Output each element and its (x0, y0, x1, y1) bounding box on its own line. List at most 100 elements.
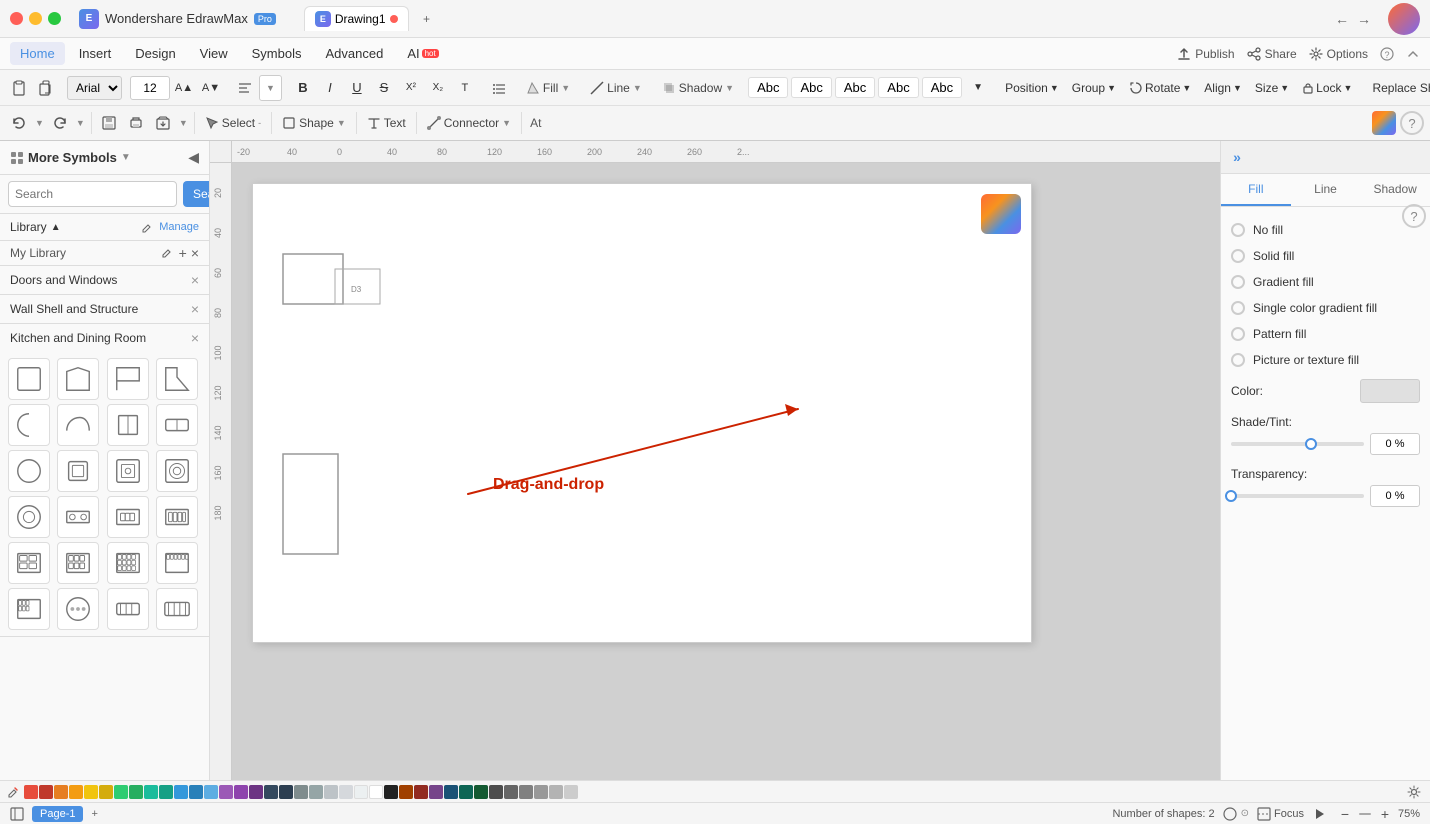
palette-color-35[interactable] (549, 785, 563, 799)
export-icon[interactable] (150, 110, 176, 136)
kitchen-close[interactable]: × (191, 330, 199, 346)
shape-tool-btn[interactable]: Shape ▼ (276, 109, 352, 137)
pattern-fill-radio[interactable] (1231, 327, 1245, 341)
palette-color-26[interactable] (414, 785, 428, 799)
shape-item-20[interactable] (156, 542, 198, 584)
wall-shell-close[interactable]: × (191, 301, 199, 317)
palette-color-11[interactable] (174, 785, 188, 799)
minimize-btn[interactable] (29, 12, 42, 25)
share-btn[interactable]: Share (1247, 47, 1297, 61)
library-collapse-icon[interactable]: ▲ (51, 222, 61, 233)
palette-color-7[interactable] (114, 785, 128, 799)
picture-texture-option[interactable]: Picture or texture fill (1231, 347, 1420, 373)
palette-color-13[interactable] (204, 785, 218, 799)
subscript-icon[interactable]: X₂ (425, 75, 451, 101)
menu-ai[interactable]: AI hot (397, 42, 448, 65)
menu-advanced[interactable]: Advanced (315, 42, 393, 65)
transparency-thumb[interactable] (1225, 490, 1237, 502)
text-tool-btn[interactable]: Text (361, 109, 412, 137)
transparency-value-input[interactable] (1370, 485, 1420, 507)
shape-item-14[interactable] (57, 496, 99, 538)
shape-item-21[interactable] (8, 588, 50, 630)
play-icon[interactable] (1312, 806, 1328, 822)
redo-icon[interactable] (47, 110, 73, 136)
font-size-down-icon[interactable]: A▼ (198, 75, 224, 101)
shape-item-17[interactable] (8, 542, 50, 584)
transparency-track[interactable] (1231, 494, 1364, 498)
my-library-edit-icon[interactable] (161, 245, 175, 259)
pattern-fill-option[interactable]: Pattern fill (1231, 321, 1420, 347)
palette-color-15[interactable] (234, 785, 248, 799)
new-tab-btn[interactable]: + (417, 9, 437, 29)
no-fill-radio[interactable] (1231, 223, 1245, 237)
shape-item-24[interactable] (156, 588, 198, 630)
shade-track[interactable] (1231, 442, 1364, 446)
shape-item-5[interactable] (8, 404, 50, 446)
shape-item-3[interactable] (107, 358, 149, 400)
group-btn[interactable]: Group ▼ (1066, 75, 1122, 101)
palette-color-10[interactable] (159, 785, 173, 799)
palette-color-30[interactable] (474, 785, 488, 799)
paste-icon[interactable] (33, 75, 59, 101)
replace-shape-btn[interactable]: Replace Shape (1366, 75, 1430, 101)
palette-color-2[interactable] (39, 785, 53, 799)
shape-item-6[interactable] (57, 404, 99, 446)
shape-item-15[interactable] (107, 496, 149, 538)
text-color-icon[interactable]: T (452, 75, 478, 101)
gradient-fill-radio[interactable] (1231, 275, 1245, 289)
side-question-icon[interactable]: ? (1402, 204, 1426, 228)
single-color-radio[interactable] (1231, 301, 1245, 315)
options-btn[interactable]: Options (1309, 47, 1368, 61)
shape-item-10[interactable] (57, 450, 99, 492)
palette-color-4[interactable] (69, 785, 83, 799)
my-library-add-icon[interactable]: + (179, 245, 187, 261)
font-select[interactable]: Arial (67, 76, 122, 100)
sidebar-collapse-btn[interactable]: ◀ (188, 149, 199, 166)
underline-icon[interactable]: U (344, 75, 370, 101)
styles-expand-icon[interactable]: ▼ (965, 75, 991, 101)
shape-item-16[interactable] (156, 496, 198, 538)
size-btn[interactable]: Size ▼ (1249, 75, 1295, 101)
no-fill-option[interactable]: No fill (1231, 217, 1420, 243)
font-size-up-icon[interactable]: A▲ (171, 75, 197, 101)
export-dropdown[interactable]: ▼ (177, 110, 190, 136)
align-dropdown[interactable]: ▼ (259, 75, 282, 101)
palette-color-36[interactable] (564, 785, 578, 799)
add-page-btn[interactable]: + (91, 808, 97, 820)
shape-item-8[interactable] (156, 404, 198, 446)
chevron-up-icon[interactable] (1406, 47, 1420, 61)
palette-color-28[interactable] (444, 785, 458, 799)
my-library-close-icon[interactable]: × (191, 245, 199, 261)
menu-symbols[interactable]: Symbols (242, 42, 312, 65)
shape-item-9[interactable] (8, 450, 50, 492)
palette-color-white[interactable] (369, 785, 383, 799)
zoom-level[interactable]: 75% (1398, 808, 1420, 820)
lock-btn[interactable]: Lock ▼ (1296, 75, 1358, 101)
zoom-in-btn[interactable]: + (1376, 805, 1394, 823)
document-tab[interactable]: E Drawing1 (304, 6, 409, 31)
palette-color-32[interactable] (504, 785, 518, 799)
strikethrough-icon[interactable]: S (371, 75, 397, 101)
forward-arrow[interactable]: → (1355, 9, 1373, 29)
palette-color-6[interactable] (99, 785, 113, 799)
solid-fill-option[interactable]: Solid fill (1231, 243, 1420, 269)
solid-fill-radio[interactable] (1231, 249, 1245, 263)
palette-color-18[interactable] (279, 785, 293, 799)
style-abc-3[interactable]: Abc (835, 77, 875, 98)
align-left-icon[interactable] (232, 75, 258, 101)
palette-color-21[interactable] (324, 785, 338, 799)
sidebar-expand-icon[interactable]: ▼ (121, 152, 131, 163)
single-color-option[interactable]: Single color gradient fill (1231, 295, 1420, 321)
align-btn[interactable]: Align ▼ (1198, 75, 1248, 101)
shape-item-23[interactable] (107, 588, 149, 630)
fill-tab[interactable]: Fill (1221, 174, 1291, 206)
doors-windows-header[interactable]: Doors and Windows × (0, 266, 209, 294)
palette-color-29[interactable] (459, 785, 473, 799)
gradient-fill-option[interactable]: Gradient fill (1231, 269, 1420, 295)
line-btn[interactable]: Line ▼ (584, 74, 648, 102)
redo-dropdown[interactable]: ▼ (74, 110, 87, 136)
bold-icon[interactable]: B (290, 75, 316, 101)
font-size-input[interactable] (130, 76, 170, 100)
wall-shell-header[interactable]: Wall Shell and Structure × (0, 295, 209, 323)
style-abc-2[interactable]: Abc (791, 77, 831, 98)
